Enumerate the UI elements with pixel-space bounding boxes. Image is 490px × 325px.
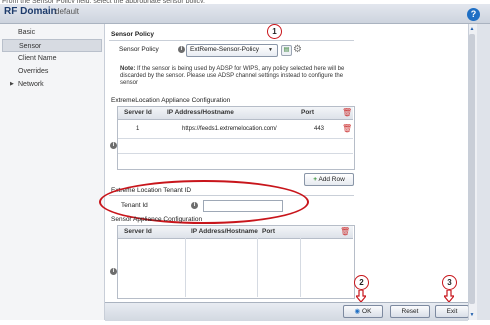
info-icon: i — [110, 142, 117, 149]
create-policy-icon[interactable]: ▤ — [281, 45, 292, 56]
gear-icon[interactable]: ⚙ — [293, 44, 302, 55]
sensor-policy-label: Sensor Policy — [119, 46, 159, 53]
add-row-label: Add Row — [318, 176, 345, 183]
sidebar-item-client-name[interactable]: Client Name — [2, 52, 102, 65]
column-header-server-id[interactable]: Server Id — [124, 109, 152, 116]
sensor-policy-section-title: Sensor Policy — [111, 31, 154, 38]
scroll-down-icon[interactable]: ▼ — [469, 311, 475, 319]
sidebar-item-network[interactable]: Network — [2, 78, 102, 91]
cell-host: https://feeds1.extremelocation.com/ — [182, 126, 277, 132]
add-row-button[interactable]: + Add Row — [304, 173, 354, 186]
info-icon: i — [178, 46, 185, 53]
note-label: Note: — [120, 66, 136, 72]
column-divider — [300, 238, 301, 297]
right-rail — [477, 24, 490, 320]
sidebar-item-sensor[interactable]: Sensor — [2, 39, 102, 52]
delete-icon[interactable]: 🗑 — [342, 109, 352, 117]
section-divider — [109, 40, 354, 41]
annotation-marker-1: 1 — [267, 24, 282, 39]
note-text: If the sensor is being used by ADSP for … — [120, 66, 345, 86]
scrollbar-thumb[interactable] — [469, 34, 475, 304]
exit-label: Exit — [446, 308, 458, 315]
reset-button[interactable]: Reset — [390, 305, 430, 318]
column-header-port[interactable]: Port — [262, 228, 275, 235]
cell-server-id: 1 — [136, 126, 140, 132]
location-appliance-section-title: ExtremeLocation Appliance Configuration — [111, 97, 231, 104]
sidebar-item-basic[interactable]: Basic — [2, 26, 102, 39]
delete-icon[interactable]: 🗑 — [340, 228, 350, 236]
column-divider — [185, 238, 186, 297]
column-divider — [257, 238, 258, 297]
sensor-policy-select-value: ExtReme-Sensor-Policy — [190, 46, 259, 53]
page-subtitle: default — [55, 7, 80, 16]
annotation-arrow-down-icon — [444, 290, 454, 302]
exit-button[interactable]: Exit — [435, 305, 469, 318]
ok-icon: ◉ — [354, 308, 361, 315]
delete-row-icon[interactable]: 🗑 — [342, 125, 352, 133]
instruction-text-cropped: From the Sensor Policy field, select the… — [2, 0, 205, 3]
cell-port: 443 — [314, 126, 325, 132]
page-title: RF Domain — [4, 6, 57, 17]
row-divider — [118, 153, 353, 154]
sensor-policy-select[interactable]: ExtReme-Sensor-Policy ▼ — [186, 44, 278, 57]
sensor-policy-note: Note: If the sensor is being used by ADS… — [120, 66, 355, 87]
column-header-port[interactable]: Port — [301, 109, 314, 116]
annotation-arrow-down-icon — [356, 290, 366, 302]
column-header-ip-address[interactable]: IP Address/Hostname — [191, 228, 258, 235]
annotation-marker-2: 2 — [354, 275, 369, 290]
info-icon: i — [110, 268, 117, 275]
dropdown-arrow-icon: ▼ — [268, 47, 273, 53]
ok-button[interactable]: ◉ OK — [343, 305, 383, 318]
sidebar-item-overrides[interactable]: Overrides — [2, 65, 102, 78]
column-header-ip-address[interactable]: IP Address/Hostname — [167, 109, 234, 116]
reset-label: Reset — [401, 308, 419, 315]
column-header-server-id[interactable]: Server Id — [124, 228, 152, 235]
annotation-marker-3: 3 — [442, 275, 457, 290]
add-icon: + — [313, 176, 317, 183]
ok-label: OK — [362, 308, 372, 315]
sensor-appliance-section-title: Sensor Appliance Configuration — [111, 216, 203, 223]
table-header — [118, 107, 353, 120]
help-icon[interactable]: ? — [467, 8, 480, 21]
row-divider — [118, 138, 353, 139]
scroll-up-icon[interactable]: ▲ — [469, 25, 475, 33]
